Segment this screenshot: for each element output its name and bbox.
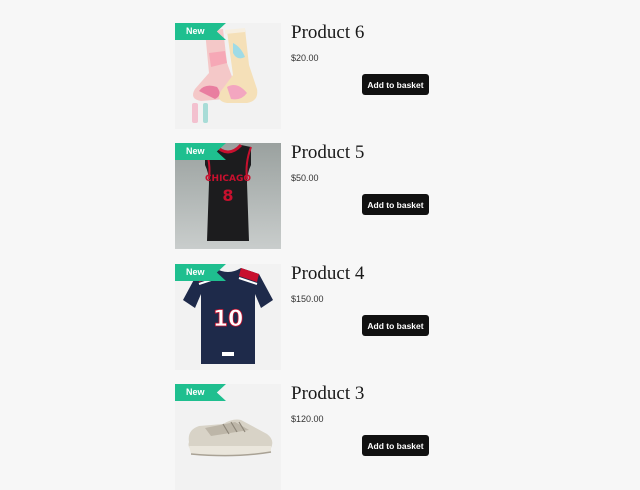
product-title[interactable]: Product 5: [291, 142, 364, 164]
product-price: $120.00: [291, 414, 324, 424]
product-image-chicago-jersey[interactable]: CHICAGO 8 New: [175, 143, 281, 249]
svg-text:CHICAGO: CHICAGO: [205, 174, 251, 184]
product-title[interactable]: Product 3: [291, 383, 364, 405]
add-to-basket-button[interactable]: Add to basket: [362, 435, 429, 456]
product-title[interactable]: Product 6: [291, 22, 364, 44]
product-price: $50.00: [291, 173, 319, 183]
product-image-tie-dye-socks[interactable]: New: [175, 23, 281, 129]
add-to-basket-button[interactable]: Add to basket: [362, 315, 429, 336]
product-price: $20.00: [291, 53, 319, 63]
product-card: 10 New Product 4 $150.00 Add to basket: [175, 263, 435, 370]
svg-text:10: 10: [213, 307, 244, 332]
product-card: New Product 6 $20.00 Add to basket: [175, 22, 435, 129]
product-image-patriots-jersey[interactable]: 10 New: [175, 264, 281, 370]
product-title[interactable]: Product 4: [291, 263, 364, 285]
product-card: New Product 3 $120.00 Add to basket: [175, 383, 435, 490]
svg-text:8: 8: [222, 186, 233, 205]
product-price: $150.00: [291, 294, 324, 304]
add-to-basket-button[interactable]: Add to basket: [362, 74, 429, 95]
add-to-basket-button[interactable]: Add to basket: [362, 194, 429, 215]
product-image-sneaker[interactable]: New: [175, 384, 281, 490]
product-card: CHICAGO 8 New Product 5 $50.00 Add to ba…: [175, 142, 435, 249]
